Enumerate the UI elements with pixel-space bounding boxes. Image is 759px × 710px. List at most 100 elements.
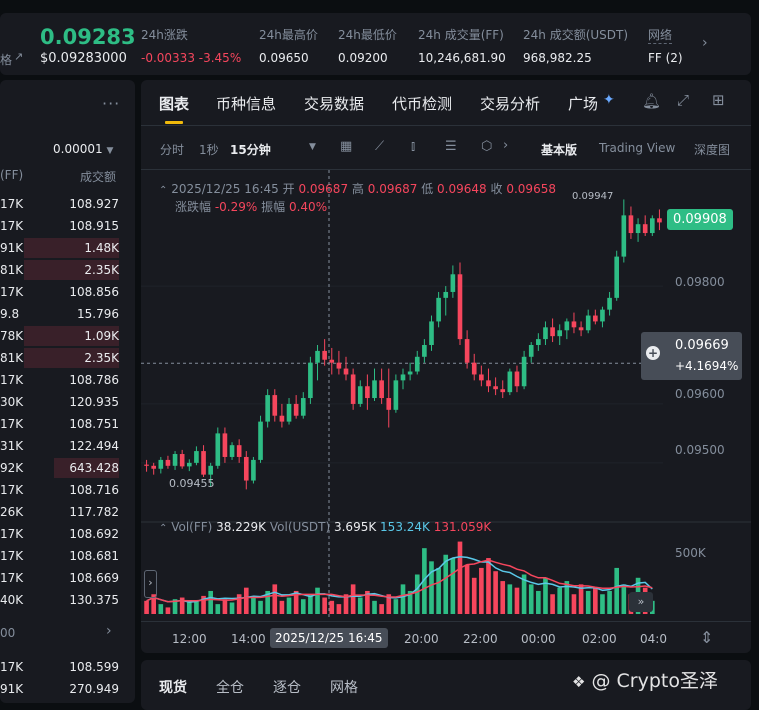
orderbook-row[interactable]: 17K 108.915: [0, 216, 135, 236]
interval-1s[interactable]: 1秒: [199, 141, 219, 158]
plus-circle-icon[interactable]: +: [646, 346, 660, 360]
orderbook-row[interactable]: 17K 108.927: [0, 194, 135, 214]
candle-body: [571, 321, 577, 328]
line-tool-icon[interactable]: ⟋: [375, 139, 384, 154]
link-arrow-icon[interactable]: ↗: [14, 50, 23, 63]
last-price: 0.09283: [40, 25, 136, 49]
caret-down-icon[interactable]: ▼: [309, 142, 316, 152]
volume-bar: [486, 558, 491, 614]
orderbook-qty: 17K: [0, 219, 24, 233]
chevron-right-icon[interactable]: ›: [503, 138, 508, 153]
trade-tab[interactable]: 逐仓: [273, 677, 301, 697]
chart-tab[interactable]: 交易分析: [480, 93, 540, 114]
volume-bar: [165, 607, 171, 614]
orderbook-row[interactable]: 17K 108.669: [0, 568, 135, 588]
orderbook-row[interactable]: 31K 122.494: [0, 436, 135, 456]
orderbook-qty: 26K: [0, 505, 24, 519]
orderbook-row[interactable]: 81K 2.35K: [0, 260, 135, 280]
orderbook-qty: 9.8: [0, 307, 20, 321]
orderbook-qty: 78K: [0, 329, 24, 343]
chart-tab[interactable]: 广场: [568, 93, 598, 114]
candle-type-icon[interactable]: ⫾: [411, 139, 415, 154]
collapse-chevron-icon[interactable]: ⌃: [159, 523, 167, 534]
view-depth[interactable]: 深度图: [694, 141, 730, 158]
sparkle-icon[interactable]: ✦: [603, 92, 615, 108]
interval-15m[interactable]: 15分钟: [230, 141, 271, 158]
bell-icon[interactable]: 🔔︎: [642, 92, 661, 110]
orderbook-row[interactable]: 40K 130.375: [0, 590, 135, 610]
candle-body: [422, 345, 427, 357]
precision-value: 0.00001: [53, 142, 103, 156]
orderbook-row[interactable]: 17K 108.856: [0, 282, 135, 302]
orderbook-row[interactable]: 17K 108.692: [0, 524, 135, 544]
orderbook-row[interactable]: 9.8 15.796: [0, 304, 135, 324]
candle-body: [165, 459, 171, 466]
volume-bar: [350, 584, 356, 614]
chart-tab[interactable]: 图表: [159, 93, 189, 114]
chevron-right-icon[interactable]: ›: [106, 623, 112, 639]
orderbook-row[interactable]: 17K 108.751: [0, 414, 135, 434]
orderbook-row[interactable]: 81K 2.35K: [0, 348, 135, 368]
scroll-end-button[interactable]: »: [629, 592, 653, 612]
network-value[interactable]: FF (2): [648, 51, 683, 65]
candle-body: [379, 380, 384, 399]
interval-timeline[interactable]: 分时: [160, 141, 184, 158]
price-tick: 0.09600: [675, 387, 725, 401]
view-tradingview[interactable]: Trading View: [599, 141, 675, 155]
chart-tab[interactable]: 交易数据: [304, 93, 364, 114]
settings-icon[interactable]: ⬡: [481, 139, 492, 154]
network-label: 网络: [648, 28, 673, 44]
volume-bar: [229, 602, 235, 614]
candle-body: [607, 297, 612, 310]
time-tick: 20:00: [404, 632, 439, 646]
orderbook-row[interactable]: 17K 108.786: [0, 370, 135, 390]
candle-body: [343, 368, 349, 375]
orderbook-row[interactable]: 17K 108.599: [0, 657, 135, 677]
volume-bar: [500, 581, 506, 614]
indicator-icon[interactable]: ☰: [445, 139, 457, 154]
candle-body: [322, 350, 327, 360]
orderbook-total: 108.681: [69, 549, 119, 563]
candle-body: [578, 327, 584, 331]
orderbook-row[interactable]: 91K 1.48K: [0, 238, 135, 258]
candle-body: [479, 374, 484, 381]
orderbook-row[interactable]: 78K 1.09K: [0, 326, 135, 346]
fit-chart-icon[interactable]: ⇕: [700, 628, 713, 647]
candle-body: [564, 321, 570, 331]
orderbook-row[interactable]: 91K 270.949: [0, 679, 135, 699]
orderbook-row[interactable]: 30K 120.935: [0, 392, 135, 412]
stat-value: 968,982.25: [523, 51, 592, 65]
layout-grid-icon[interactable]: ⊞: [712, 91, 725, 109]
candle-body: [236, 445, 242, 457]
orderbook-bottom-label: 00: [0, 626, 16, 640]
orderbook-qty: 17K: [0, 549, 24, 563]
orderbook-total: 1.48K: [84, 241, 119, 255]
orderbook-total: 643.428: [69, 461, 119, 475]
chart-tab[interactable]: 币种信息: [216, 93, 276, 114]
view-basic[interactable]: 基本版: [541, 141, 577, 158]
trade-tab[interactable]: 网格: [330, 677, 358, 697]
orderbook-row[interactable]: 17K 108.681: [0, 546, 135, 566]
orderbook-total: 108.716: [69, 483, 119, 497]
candlestick-chart[interactable]: [141, 170, 751, 640]
volume-bar: [258, 600, 263, 614]
volume-bar: [286, 597, 292, 614]
price-tick: 0.09500: [675, 443, 725, 457]
volume-bar: [322, 597, 327, 614]
orderbook-row[interactable]: 92K 643.428: [0, 458, 135, 478]
more-icon[interactable]: ···: [102, 94, 120, 113]
volume-bar: [493, 571, 498, 614]
vol-ff-label: Vol(FF): [171, 520, 213, 534]
chevron-right-icon[interactable]: ›: [702, 35, 708, 51]
candle-body: [528, 345, 534, 357]
expand-icon[interactable]: ⤢: [677, 91, 689, 109]
orderbook-row[interactable]: 17K 108.716: [0, 480, 135, 500]
precision-select[interactable]: 0.00001 ▼: [53, 142, 113, 156]
scroll-left-button[interactable]: ›: [144, 570, 157, 598]
calendar-icon[interactable]: ▦: [340, 139, 352, 154]
trade-tab[interactable]: 全仓: [216, 677, 244, 697]
chart-tab[interactable]: 代币检测: [392, 93, 452, 114]
chart-panel: 图表 币种信息 交易数据 代币检测 交易分析 广场 ✦ 🔔︎ ⤢ ⊞ 分时 1秒 15分钟…: [141, 80, 751, 653]
orderbook-row[interactable]: 26K 117.782: [0, 502, 135, 522]
trade-tab[interactable]: 现货: [159, 677, 187, 697]
